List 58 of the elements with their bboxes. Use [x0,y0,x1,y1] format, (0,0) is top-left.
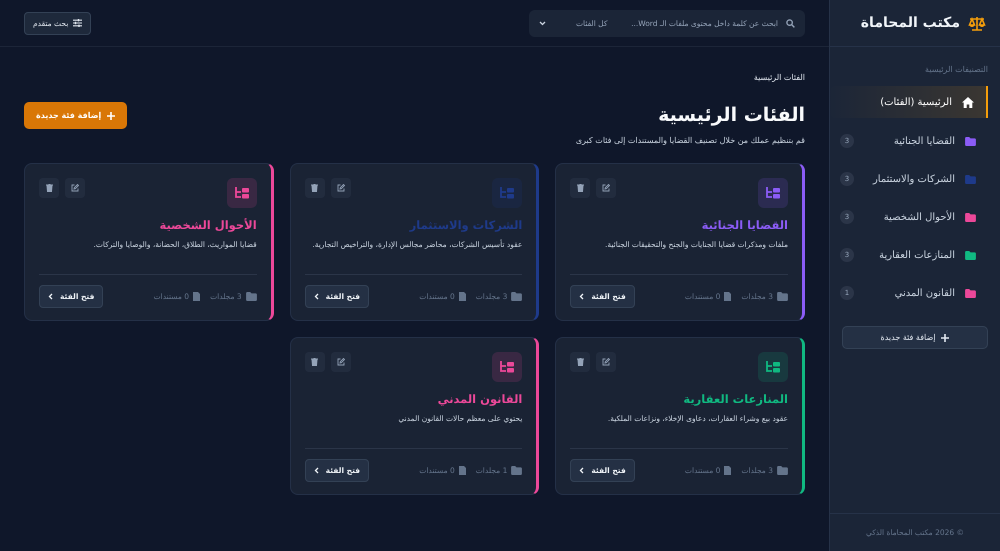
delete-button[interactable] [39,178,59,198]
folder-icon [511,292,522,301]
section-label: التصنيفات الرئيسية [924,64,989,76]
hierarchy-icon [500,361,514,373]
plus-icon [107,112,116,120]
edit-icon [71,184,79,192]
hierarchy-icon [766,187,780,199]
home-icon [962,96,974,108]
trash-icon [576,358,584,366]
folder-icon [777,466,788,475]
file-icon [458,466,466,475]
file-icon [193,292,200,301]
chevron-left-icon [579,293,584,300]
folder-icon [777,292,788,301]
hierarchy-icon [766,361,780,373]
delete-button[interactable] [304,352,325,372]
delete-button[interactable] [570,352,590,372]
card-title: القضايا الجنائية [700,218,788,232]
card-title: المنازعات العقارية [682,392,788,406]
search-icon [786,18,795,28]
plus-icon [941,334,950,342]
card-title: الشركات والاستثمار [408,218,522,232]
trash-icon [311,358,318,366]
brand-name: مكتب المحاماة [860,15,960,31]
chevron-left-icon [579,467,584,474]
edit-icon [602,358,610,366]
trash-icon [46,184,52,192]
delete-button[interactable] [570,178,590,198]
chevron-left-icon [48,293,53,300]
edit-icon [602,184,610,192]
edit-button[interactable] [596,352,616,372]
edit-button[interactable] [330,352,351,372]
scales-icon [968,16,986,30]
edit-icon [336,184,345,192]
page-subtitle: قم بتنظيم عملك من خلال تصنيف القضايا والمستندات إلى فئات كبرى [576,136,805,145]
folder-icon [511,466,522,475]
hierarchy-icon [234,187,249,199]
chevron-down-icon [539,20,546,26]
chevron-left-icon [314,467,319,474]
card-title: الأحوال الشخصية [158,218,257,232]
delete-button[interactable] [304,178,325,198]
edit-icon [336,358,345,366]
edit-button[interactable] [65,178,85,198]
add-category-button[interactable]: إضافة فئة جديدة [842,326,988,349]
breadcrumb: الفئات الرئيسية [752,73,805,82]
card-title: القانون المدني [436,392,522,406]
trash-icon [576,184,584,192]
file-icon [458,292,466,301]
page-title: الفئات الرئيسية [657,104,805,126]
chevron-left-icon [314,293,319,300]
edit-button[interactable] [596,178,616,198]
folder-icon [246,292,257,301]
file-icon [724,292,732,301]
file-icon [724,466,732,475]
sliders-icon [73,19,82,27]
edit-button[interactable] [330,178,351,198]
hierarchy-icon [500,187,514,199]
trash-icon [311,184,318,192]
